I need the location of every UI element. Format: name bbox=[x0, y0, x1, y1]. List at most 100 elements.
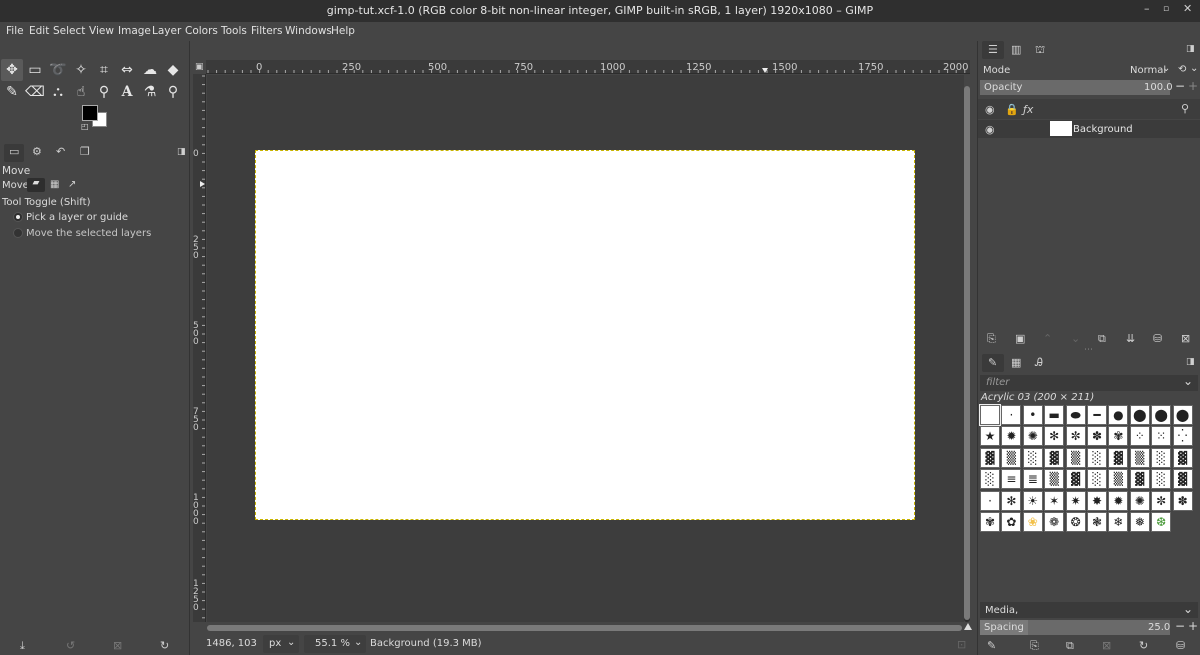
brush-item[interactable]: ▓ bbox=[1044, 447, 1065, 468]
delete-options-icon[interactable]: ⊠ bbox=[113, 639, 122, 652]
brush-item[interactable] bbox=[979, 404, 1001, 426]
brush-item[interactable]: · bbox=[1001, 405, 1022, 425]
brush-item[interactable]: ▓ bbox=[1108, 447, 1129, 468]
zoom-icon[interactable]: ⚲ bbox=[162, 81, 184, 103]
open-brush-as-image-icon[interactable]: ⛁ bbox=[1176, 639, 1185, 652]
brush-item[interactable]: ⬬ bbox=[1065, 405, 1086, 425]
brush-item[interactable]: ✹ bbox=[1108, 490, 1129, 511]
refresh-brushes-icon[interactable]: ↻ bbox=[1139, 639, 1148, 652]
brush-item[interactable]: ⬤ bbox=[1129, 405, 1150, 425]
layer-name[interactable]: Background bbox=[1073, 124, 1133, 135]
paintbrush-icon[interactable]: ✎ bbox=[1, 81, 23, 103]
brush-item[interactable]: ☀ bbox=[1022, 490, 1043, 511]
merge-layer-icon[interactable]: ⇊ bbox=[1126, 332, 1135, 345]
device-status-icon[interactable]: ⚙ bbox=[32, 145, 42, 158]
fuzzy-select-icon[interactable]: ✧ bbox=[70, 59, 92, 81]
menu-image[interactable]: Image bbox=[118, 25, 151, 37]
mode-switch-icon[interactable]: ⟲ bbox=[1178, 64, 1186, 75]
brush-item[interactable]: ▒ bbox=[1065, 447, 1086, 468]
color-picker-icon[interactable]: ⚗ bbox=[139, 81, 161, 103]
brushes-dock-menu-icon[interactable]: ◨ bbox=[1186, 357, 1195, 367]
quick-mask-corner-icon[interactable]: ▣ bbox=[195, 62, 204, 72]
paths-icon[interactable]: ⚲ bbox=[93, 81, 115, 103]
brush-item[interactable]: ░ bbox=[1151, 447, 1172, 468]
menu-edit[interactable]: Edit bbox=[29, 25, 49, 37]
eraser-icon[interactable]: ⌫ bbox=[24, 81, 46, 103]
brush-item[interactable]: ❁ bbox=[1044, 512, 1065, 532]
brush-item[interactable]: ░ bbox=[1022, 447, 1043, 468]
brush-item[interactable]: ✾ bbox=[980, 512, 1000, 532]
dock-separator-grip[interactable]: ⋯ bbox=[1084, 345, 1093, 355]
vertical-scroll-thumb[interactable] bbox=[964, 86, 970, 620]
lower-layer-icon[interactable]: ⌄ bbox=[1071, 332, 1080, 345]
warp-icon[interactable]: ☁ bbox=[139, 59, 161, 81]
fonts-tab-icon[interactable]: Ꭿ bbox=[1035, 356, 1043, 370]
spacing-decrease-button[interactable]: − bbox=[1175, 619, 1185, 633]
images-icon[interactable]: ❐ bbox=[80, 145, 90, 158]
brush-item[interactable]: ≣ bbox=[1022, 469, 1043, 490]
brush-item[interactable]: ✶ bbox=[1044, 490, 1065, 511]
dock-menu-icon[interactable]: ◨ bbox=[177, 147, 186, 157]
clone-icon[interactable]: ⛬ bbox=[47, 81, 69, 103]
new-layer-icon[interactable]: ⎘ bbox=[987, 332, 996, 346]
crop-icon[interactable]: ⌗ bbox=[93, 59, 115, 81]
brush-item[interactable]: ✺ bbox=[1022, 426, 1043, 447]
reset-colors-icon[interactable]: ◰ bbox=[81, 122, 89, 131]
spacing-increase-button[interactable]: + bbox=[1188, 619, 1198, 633]
brush-item[interactable]: ✾ bbox=[1108, 426, 1129, 447]
rect-select-icon[interactable]: ▭ bbox=[24, 59, 46, 81]
mask-layer-icon[interactable]: ⛁ bbox=[1153, 332, 1162, 345]
brush-item[interactable]: ✺ bbox=[1129, 490, 1150, 511]
brush-item[interactable]: ▬ bbox=[1044, 405, 1065, 425]
brush-item[interactable]: · bbox=[980, 490, 1000, 511]
raise-layer-icon[interactable]: ⌃ bbox=[1043, 332, 1052, 345]
transform-icon[interactable]: ⇔ bbox=[116, 59, 138, 81]
brush-item[interactable]: ▓ bbox=[1065, 469, 1086, 490]
menu-view[interactable]: View bbox=[89, 25, 114, 37]
brush-item[interactable]: ✻ bbox=[1001, 490, 1022, 511]
undo-history-icon[interactable]: ↶ bbox=[56, 145, 65, 158]
brush-item[interactable]: ▒ bbox=[1108, 469, 1129, 490]
lasso-icon[interactable]: ➰ bbox=[47, 59, 69, 81]
zoom-fit-icon[interactable]: ⊡ bbox=[957, 638, 966, 651]
brush-item[interactable]: ✼ bbox=[1065, 426, 1086, 447]
navigate-icon[interactable] bbox=[964, 623, 972, 630]
brush-item[interactable]: ▒ bbox=[1044, 469, 1065, 490]
brush-item[interactable]: ⁛ bbox=[1172, 426, 1193, 447]
brush-item[interactable]: ⁘ bbox=[1129, 426, 1150, 447]
reset-options-icon[interactable]: ↻ bbox=[160, 639, 169, 652]
brush-filter-input[interactable] bbox=[980, 375, 1198, 391]
brush-item[interactable]: ✸ bbox=[1087, 490, 1107, 511]
brush-item[interactable]: ▓ bbox=[1172, 447, 1193, 468]
brush-item[interactable]: ❄ bbox=[1108, 512, 1129, 532]
bucket-fill-icon[interactable]: ◆ bbox=[162, 59, 184, 81]
minimize-button[interactable]: – bbox=[1144, 2, 1150, 15]
move-layer-button[interactable]: ▰ bbox=[27, 178, 45, 192]
text-icon[interactable]: A bbox=[116, 81, 138, 103]
patterns-tab-icon[interactable]: ▦ bbox=[1011, 356, 1021, 369]
channels-icon[interactable]: ▥ bbox=[1011, 43, 1021, 56]
brush-item[interactable]: ✿ bbox=[1001, 512, 1022, 532]
move-path-button[interactable]: ↗ bbox=[68, 179, 76, 190]
duplicate-brush-icon[interactable]: ⧉ bbox=[1066, 639, 1074, 653]
brush-item[interactable]: ★ bbox=[980, 426, 1000, 447]
foreground-color-swatch[interactable] bbox=[82, 105, 98, 121]
brush-item[interactable]: ⬤ bbox=[1172, 405, 1193, 425]
brush-item[interactable]: ✼ bbox=[1151, 490, 1172, 511]
menu-windows[interactable]: Windows bbox=[285, 25, 332, 37]
brush-item[interactable]: ❅ bbox=[1129, 512, 1150, 532]
maximize-button[interactable]: ▫ bbox=[1163, 4, 1169, 14]
brush-item[interactable]: ━ bbox=[1087, 405, 1107, 425]
horizontal-ruler[interactable] bbox=[206, 60, 970, 74]
brush-item[interactable]: ░ bbox=[1087, 469, 1107, 490]
opacity-decrease-button[interactable]: − bbox=[1175, 79, 1185, 93]
image-canvas[interactable] bbox=[255, 150, 915, 520]
mode-value[interactable]: Normal bbox=[1130, 65, 1166, 76]
menu-filters[interactable]: Filters bbox=[251, 25, 282, 37]
smudge-icon[interactable]: ☝ bbox=[70, 81, 92, 103]
paths-tab-icon[interactable]: ⛫ bbox=[1035, 43, 1045, 58]
brush-item[interactable]: ⁙ bbox=[1151, 426, 1172, 447]
brush-item[interactable]: ✽ bbox=[1087, 426, 1107, 447]
brush-item[interactable]: ░ bbox=[1151, 469, 1172, 490]
radio-move-selected[interactable] bbox=[13, 228, 23, 238]
